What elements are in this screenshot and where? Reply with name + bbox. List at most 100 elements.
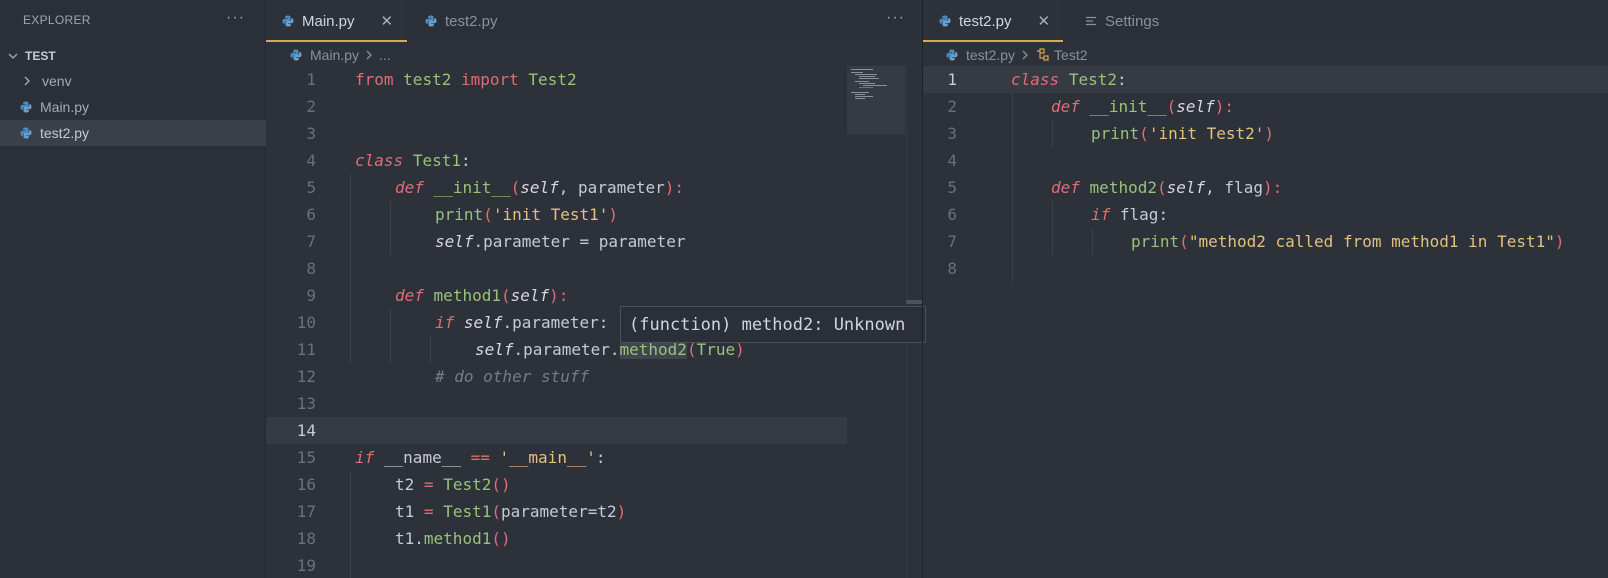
token: ( (491, 502, 501, 521)
token: , flag (1205, 178, 1263, 197)
token: test2 (403, 70, 452, 89)
token: .parameter: (502, 313, 609, 332)
line-number: 7 (947, 232, 957, 251)
line-number: 8 (306, 259, 316, 278)
token: Test1 (412, 151, 461, 170)
line-number: 7 (306, 232, 316, 251)
line-number: 11 (296, 340, 316, 359)
python-file-icon (290, 49, 302, 61)
chevron-down-icon (8, 53, 18, 59)
line-number: 16 (296, 475, 316, 494)
indent-guide (390, 201, 391, 255)
line-number: 9 (306, 286, 316, 305)
token: Test2 (443, 475, 492, 494)
token: Test2 (1068, 70, 1117, 89)
token: ): (1262, 178, 1283, 197)
explorer-more-actions-button[interactable]: ··· (226, 9, 245, 27)
editor-more-actions-button[interactable]: ··· (886, 9, 905, 27)
token: ) (1264, 124, 1275, 143)
token: Test2 (528, 70, 577, 89)
line-number: 15 (296, 448, 316, 467)
token: ( (500, 286, 511, 305)
comment: # do other stuff (435, 367, 590, 386)
line-number: 1 (947, 70, 957, 89)
tab-test2-py[interactable]: test2.py (425, 0, 535, 42)
token: __name__ (383, 448, 461, 467)
line-number: 17 (296, 502, 316, 521)
minimap[interactable] (847, 66, 905, 134)
token: "method2 called from method1 in Test1" (1188, 232, 1555, 251)
current-line-highlight (266, 417, 847, 444)
token: self (1176, 97, 1215, 116)
token: 'init Test2' (1148, 124, 1265, 143)
folder-label: TEST (25, 49, 56, 63)
close-tab-icon[interactable]: ✕ (381, 12, 394, 30)
sidebar-item-test2-py[interactable]: test2.py (0, 120, 266, 146)
token: '__main__' (499, 448, 596, 467)
scrollbar-thumb[interactable] (906, 300, 922, 304)
sidebar-item-label: Main.py (40, 99, 90, 115)
token: = (423, 475, 434, 494)
breadcrumb-file[interactable]: Main.py (310, 47, 359, 63)
sidebar-item-main-py[interactable]: Main.py (0, 94, 266, 120)
line-number: 3 (306, 124, 316, 143)
tab-settings[interactable]: Settings (1085, 0, 1195, 42)
close-tab-icon[interactable]: ✕ (1038, 12, 1051, 30)
python-file-icon (20, 101, 32, 113)
indent-guide (350, 174, 351, 363)
python-file-icon (282, 15, 294, 27)
python-file-icon (20, 127, 32, 139)
indent-guide (430, 336, 431, 363)
line-number: 2 (947, 97, 957, 116)
tab-label: Main.py (302, 12, 355, 30)
token: class (355, 151, 404, 170)
token: print (1131, 232, 1180, 251)
indent-guide (1052, 120, 1053, 147)
breadcrumb-symbol[interactable]: Test2 (1054, 47, 1087, 63)
sidebar-item-venv[interactable]: venv (0, 68, 266, 94)
token: ) (608, 205, 619, 224)
minimap-preview (851, 69, 887, 99)
python-file-icon (425, 15, 437, 27)
workspace-folder-test[interactable]: TEST (0, 44, 266, 68)
sidebar-item-label: venv (42, 73, 72, 89)
token: .parameter. (513, 340, 620, 359)
indent-guide (390, 309, 391, 363)
token: self (475, 340, 514, 359)
explorer-sidebar: EXPLORER ··· TEST venv Main.py test2.py (0, 0, 266, 578)
token: def (1051, 178, 1080, 197)
breadcrumb: Main.py ... (290, 44, 391, 66)
indent-guide (1092, 228, 1093, 255)
token: method1 (433, 286, 501, 305)
token: class (1011, 70, 1060, 89)
breadcrumb: test2.py Test2 (946, 44, 1088, 66)
chevron-right-icon (366, 50, 372, 60)
tab-label: test2.py (959, 12, 1012, 30)
breadcrumb-file[interactable]: test2.py (966, 47, 1015, 63)
indent-guide (350, 471, 351, 578)
token: method2 (1089, 178, 1157, 197)
test2-py-editor[interactable]: 12345678 class Test2: def __init__(self)… (923, 66, 1608, 578)
token: : (1116, 70, 1127, 89)
token: ): (664, 178, 685, 197)
right-tab-bar: test2.py ✕ Settings (923, 0, 1608, 42)
line-number: 4 (306, 151, 316, 170)
breadcrumb-tail[interactable]: ... (379, 47, 391, 63)
token: __init__ (1089, 97, 1167, 116)
token: method1 (423, 529, 492, 548)
token: ( (1139, 124, 1149, 143)
token: def (395, 178, 424, 197)
token: ( (1179, 232, 1189, 251)
left-tab-bar: Main.py ✕ test2.py ··· (266, 0, 922, 42)
token: print (1091, 124, 1140, 143)
line-number: 19 (296, 556, 316, 575)
tab-main-py[interactable]: Main.py ✕ (266, 0, 407, 42)
tab-test2-py[interactable]: test2.py ✕ (923, 0, 1063, 42)
token: ): (1214, 97, 1235, 116)
line-number: 3 (947, 124, 957, 143)
token: Test1 (443, 502, 492, 521)
token: == (470, 448, 490, 467)
token: if (355, 448, 375, 467)
tab-label: test2.py (445, 12, 498, 30)
token: if (435, 313, 455, 332)
